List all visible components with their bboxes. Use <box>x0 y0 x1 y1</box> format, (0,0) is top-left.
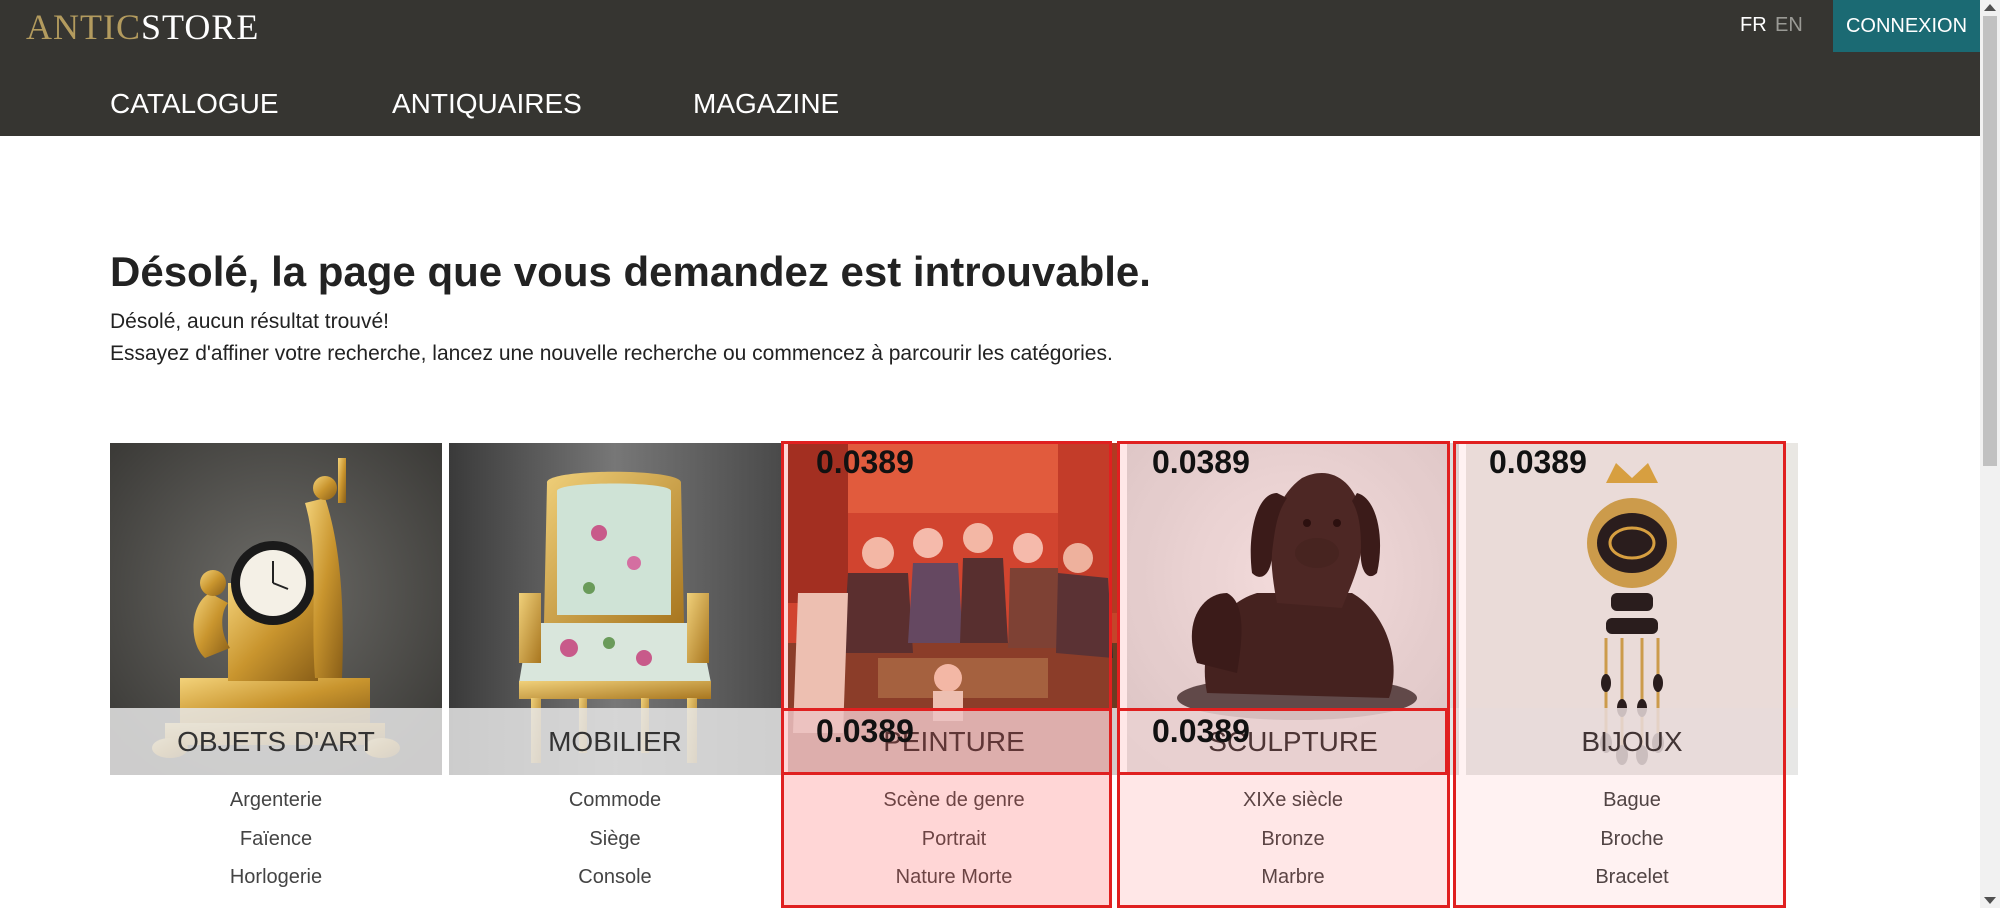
category-label[interactable]: MOBILIER <box>449 708 781 775</box>
no-result-message: Désolé, aucun résultat trouvé! <box>110 310 389 333</box>
search-hint-message: Essayez d'affiner votre recherche, lance… <box>110 342 1113 365</box>
subcategory-link[interactable]: Siège <box>449 828 781 851</box>
scroll-up-arrow-icon[interactable] <box>1984 4 1996 11</box>
highlight-box-peinture <box>781 441 1112 908</box>
overlay-score: 0.0389 <box>816 713 914 749</box>
overlay-score: 0.0389 <box>1489 444 1587 480</box>
lang-en-link[interactable]: EN <box>1775 14 1803 37</box>
site-header: ANTICSTORE FR EN CONNEXION CATALOGUE ANT… <box>0 0 1980 136</box>
logo-antic: ANTIC <box>26 7 141 47</box>
subcategory-link[interactable]: Console <box>449 866 781 889</box>
overlay-score: 0.0389 <box>1152 444 1250 480</box>
highlight-box-bijoux <box>1453 441 1786 908</box>
highlight-box-sculpture <box>1117 441 1450 908</box>
subcategory-link[interactable]: Faïence <box>110 828 442 851</box>
scrollbar-thumb[interactable] <box>1983 16 1997 466</box>
scroll-down-arrow-icon[interactable] <box>1984 897 1996 904</box>
lang-fr-link[interactable]: FR <box>1740 14 1767 37</box>
connexion-button[interactable]: CONNEXION <box>1833 0 1980 52</box>
category-card-objets-d-art[interactable]: OBJETS D'ART Argenterie Faïence Horloger… <box>110 443 442 908</box>
nav-antiquaires[interactable]: ANTIQUAIRES <box>392 88 582 120</box>
overlay-score: 0.0389 <box>1152 713 1250 749</box>
subcategory-link[interactable]: Argenterie <box>110 789 442 812</box>
nav-catalogue[interactable]: CATALOGUE <box>110 88 279 120</box>
category-label[interactable]: OBJETS D'ART <box>110 708 442 775</box>
subcategory-link[interactable]: Commode <box>449 789 781 812</box>
page-scrollbar[interactable] <box>1980 0 2000 908</box>
nav-magazine[interactable]: MAGAZINE <box>693 88 839 120</box>
logo-store: STORE <box>141 7 260 47</box>
site-logo[interactable]: ANTICSTORE <box>26 6 259 48</box>
page-title: Désolé, la page que vous demandez est in… <box>110 248 1151 295</box>
overlay-score: 0.0389 <box>816 444 914 480</box>
subcategory-link[interactable]: Horlogerie <box>110 866 442 889</box>
category-card-mobilier[interactable]: MOBILIER Commode Siège Console <box>449 443 781 908</box>
